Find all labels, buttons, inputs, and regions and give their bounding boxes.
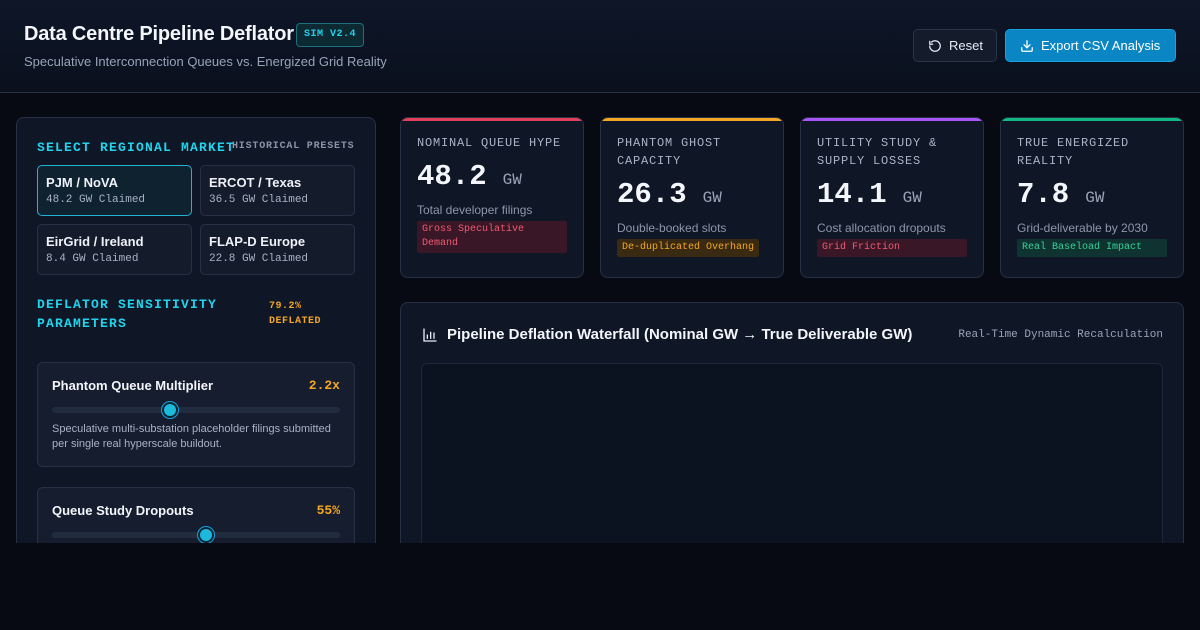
slider-thumb[interactable] — [162, 402, 179, 418]
waterfall-subtitle: Real-Time Dynamic Recalculation — [958, 329, 1163, 341]
stat-tag: Real Baseload Impact — [1017, 239, 1167, 257]
slider-track[interactable] — [52, 532, 340, 538]
stat-unit: GW — [702, 189, 722, 207]
param-value: 55% — [316, 503, 340, 518]
market-eirgrid-ireland[interactable]: EirGrid / Ireland 8.4 GW Claimed — [37, 224, 192, 275]
market-name: PJM / NoVA — [46, 175, 118, 190]
stat-card-nominal-queue: NOMINAL QUEUE HYPE 48.2 GW Total develop… — [400, 117, 584, 278]
stat-value: 26.3 — [617, 178, 687, 211]
stat-label: PHANTOM GHOST CAPACITY — [617, 136, 722, 168]
version-badge: SIM V2.4 — [296, 23, 365, 47]
stat-tag: De-duplicated Overhang — [617, 239, 760, 257]
waterfall-chart-area — [421, 363, 1163, 558]
page-title: Data Centre Pipeline Deflator — [24, 23, 294, 45]
market-claimed: 36.5 GW Claimed — [209, 194, 309, 206]
market-claimed: 22.8 GW Claimed — [209, 253, 309, 265]
reset-icon — [929, 39, 941, 52]
params-section-title: DEFLATOR SENSITIVITY PARAMETERS — [37, 295, 217, 333]
slider-thumb[interactable] — [198, 527, 215, 543]
market-name: EirGrid / Ireland — [46, 234, 144, 249]
market-claimed: 48.2 GW Claimed — [46, 194, 146, 206]
stat-description: Double-booked slots — [617, 221, 727, 235]
market-name: ERCOT / Texas — [209, 175, 302, 190]
reset-button[interactable]: Reset — [913, 29, 997, 62]
stat-value-row: 26.3 GW — [617, 178, 767, 211]
waterfall-panel: Pipeline Deflation Waterfall (Nominal GW… — [400, 302, 1184, 558]
params-title-line-2: PARAMETERS — [37, 316, 128, 331]
market-claimed: 8.4 GW Claimed — [46, 253, 139, 265]
param-description: Speculative multi-substation placeholder… — [52, 423, 331, 450]
market-ercot-texas[interactable]: ERCOT / Texas 36.5 GW Claimed — [200, 165, 355, 216]
accent-bar — [401, 118, 583, 121]
stat-tag: Grid Friction — [817, 239, 967, 257]
stat-value-row: 14.1 GW — [817, 178, 967, 211]
accent-bar — [801, 118, 983, 121]
export-csv-button[interactable]: Export CSV Analysis — [1005, 29, 1176, 62]
param-label: Queue Study Dropouts — [52, 503, 194, 518]
export-label: Export CSV Analysis — [1041, 38, 1161, 53]
waterfall-title: Pipeline Deflation Waterfall (Nominal GW… — [447, 326, 913, 343]
stat-value: 48.2 — [417, 160, 487, 193]
param-phantom-queue-multiplier: Phantom Queue Multiplier 2.2x Speculativ… — [37, 362, 355, 467]
stat-description: Grid-deliverable by 2030 — [1017, 221, 1148, 235]
stat-label: TRUE ENERGIZED REALITY — [1017, 136, 1130, 168]
stat-value: 7.8 — [1017, 178, 1070, 211]
stat-unit: GW — [1085, 189, 1105, 207]
slider-track[interactable] — [52, 407, 340, 413]
presets-label: HISTORICAL PRESETS — [232, 141, 355, 152]
stat-unit: GW — [502, 171, 522, 189]
stat-tag: Gross Speculative Demand — [417, 221, 567, 253]
stat-description: Cost allocation dropouts — [817, 221, 946, 235]
stat-card-true-energized: TRUE ENERGIZED REALITY 7.8 GW Grid-deliv… — [1000, 117, 1184, 278]
stat-description: Total developer filings — [417, 203, 533, 217]
download-icon — [1021, 39, 1033, 52]
param-value: 2.2x — [308, 378, 340, 393]
param-label: Phantom Queue Multiplier — [52, 378, 214, 393]
params-title-line-1: DEFLATOR SENSITIVITY — [37, 297, 218, 312]
stat-unit: GW — [902, 189, 922, 207]
stat-card-phantom-ghost: PHANTOM GHOST CAPACITY 26.3 GW Double-bo… — [600, 117, 784, 278]
stat-label: NOMINAL QUEUE HYPE — [417, 136, 562, 150]
stat-value: 14.1 — [817, 178, 887, 211]
stat-value-row: 7.8 GW — [1017, 178, 1167, 211]
market-pjm-nova[interactable]: PJM / NoVA 48.2 GW Claimed — [37, 165, 192, 216]
control-panel: SELECT REGIONAL MARKET HISTORICAL PRESET… — [16, 117, 376, 577]
stat-card-utility-losses: UTILITY STUDY & SUPPLY LOSSES 14.1 GW Co… — [800, 117, 984, 278]
deflated-label: DEFLATED — [269, 316, 322, 327]
bar-chart-icon — [423, 328, 437, 342]
stat-label: UTILITY STUDY & SUPPLY LOSSES — [817, 136, 938, 168]
stat-value-row: 48.2 GW — [417, 160, 567, 193]
page-bottom — [0, 543, 1200, 630]
market-flapd-europe[interactable]: FLAP-D Europe 22.8 GW Claimed — [200, 224, 355, 275]
accent-bar — [601, 118, 783, 121]
accent-bar — [1001, 118, 1183, 121]
market-name: FLAP-D Europe — [209, 234, 306, 249]
market-section-title: SELECT REGIONAL MARKET — [37, 140, 236, 155]
reset-label: Reset — [949, 38, 983, 53]
deflated-percentage: 79.2% DEFLATED — [269, 299, 321, 329]
app-header: Data Centre Pipeline Deflator SIM V2.4 S… — [0, 0, 1200, 93]
deflated-value: 79.2% — [269, 301, 302, 312]
page-subtitle: Speculative Interconnection Queues vs. E… — [24, 54, 387, 69]
